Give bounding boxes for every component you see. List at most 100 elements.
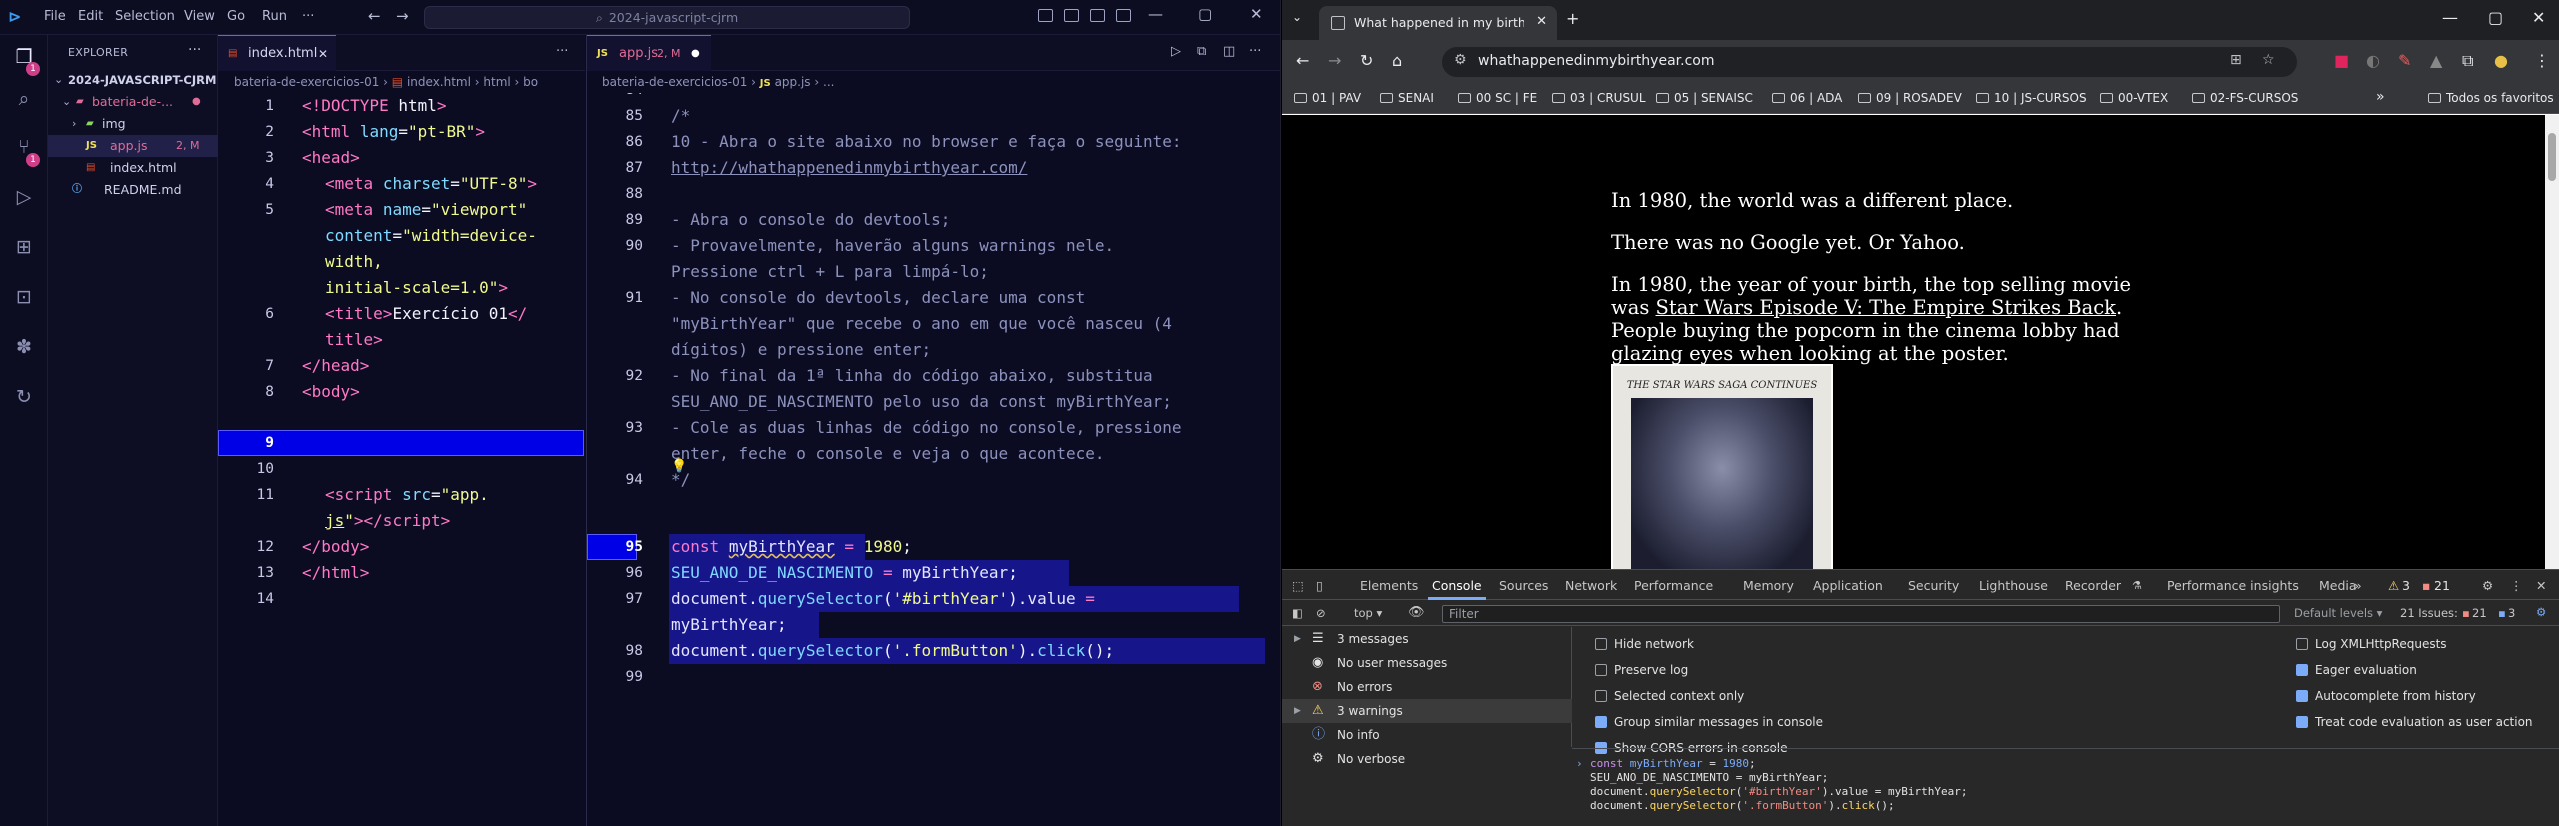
- console-prompt-area[interactable]: › const myBirthYear = 1980; SEU_ANO_DE_N…: [1572, 748, 2559, 826]
- bookmark-folder[interactable]: 00 SC | FE: [1458, 91, 1537, 105]
- more-tabs-icon[interactable]: »: [2354, 578, 2362, 593]
- tree-item-index-html[interactable]: ▤ index.html: [48, 157, 218, 179]
- home-icon[interactable]: ⌂: [1392, 51, 1402, 70]
- checkbox-selected-context[interactable]: Selected context only: [1595, 689, 1744, 703]
- extension-icon[interactable]: ◐: [2366, 51, 2380, 70]
- maximize-icon[interactable]: ▢: [1198, 5, 1212, 23]
- scrollbar-thumb[interactable]: [2548, 133, 2556, 181]
- page-scrollbar[interactable]: [2545, 115, 2559, 569]
- bookmark-folder[interactable]: 09 | ROSADEV: [1858, 91, 1962, 105]
- site-info-icon[interactable]: ⚙: [1454, 52, 1467, 68]
- bookmark-folder[interactable]: 02-FS-CURSOS: [2192, 91, 2298, 105]
- tree-item-app-js[interactable]: JS app.js 2, M: [48, 135, 218, 157]
- unsaved-dot-icon[interactable]: ●: [691, 36, 700, 72]
- close-icon[interactable]: ✕: [2532, 8, 2545, 27]
- checkbox-group-similar[interactable]: Group similar messages in console: [1595, 715, 1823, 729]
- remote-explorer-icon[interactable]: ⊡: [12, 285, 36, 309]
- all-bookmarks-folder[interactable]: Todos os favoritos: [2428, 91, 2554, 105]
- maximize-icon[interactable]: ▢: [2488, 8, 2503, 27]
- bookmark-folder[interactable]: 06 | ADA: [1772, 91, 1842, 105]
- bookmark-folder[interactable]: 05 | SENAISC: [1656, 91, 1753, 105]
- translate-icon[interactable]: ⊞: [2230, 52, 2242, 68]
- breadcrumb-item[interactable]: app.js: [775, 75, 811, 89]
- sidebar-info[interactable]: ⓘ No info: [1282, 723, 1572, 747]
- run-icon[interactable]: ▷: [1171, 44, 1181, 59]
- reload-icon[interactable]: ↻: [1360, 51, 1373, 70]
- bookmark-star-icon[interactable]: ☆: [2262, 52, 2275, 68]
- tab-application[interactable]: Application: [1813, 578, 1883, 593]
- tree-item-folder-bateria[interactable]: ⌄ ▰ bateria-de-... ●: [48, 91, 218, 113]
- minimize-icon[interactable]: —: [1148, 5, 1163, 23]
- checkbox-log-xhr[interactable]: Log XMLHttpRequests: [2296, 637, 2447, 651]
- chrome-menu-icon[interactable]: ⋮: [2534, 51, 2550, 70]
- live-share-icon[interactable]: ↻: [12, 385, 36, 409]
- tab-index-html[interactable]: ▤ index.html ✕: [218, 35, 336, 71]
- warning-icon[interactable]: ⚠: [2388, 578, 2399, 593]
- sidebar-messages[interactable]: ▶ ☰ 3 messages: [1282, 627, 1572, 651]
- menu-file[interactable]: File: [44, 9, 66, 24]
- breadcrumb-item[interactable]: index.html: [407, 75, 471, 89]
- split-editor-icon[interactable]: ◫: [1223, 44, 1235, 59]
- tab-close-icon[interactable]: ✕: [318, 36, 328, 72]
- search-icon[interactable]: ⌕: [12, 87, 36, 111]
- tab-performance-insights[interactable]: Performance insights: [2167, 578, 2299, 593]
- forward-icon[interactable]: →: [1328, 51, 1341, 70]
- command-center-search[interactable]: ⌕ 2024-javascript-cjrm: [424, 6, 910, 29]
- toggle-sidebar-icon[interactable]: [1038, 9, 1053, 22]
- movie-link[interactable]: Star Wars Episode V: The Empire Strikes …: [1656, 296, 2116, 319]
- console-filter-input[interactable]: Filter: [1442, 605, 2280, 623]
- console-settings-icon[interactable]: ⚙: [2536, 605, 2546, 619]
- log-levels-dropdown[interactable]: Default levels ▾: [2294, 606, 2382, 620]
- customize-layout-icon[interactable]: [1116, 9, 1131, 22]
- clear-console-icon[interactable]: ⊘: [1316, 606, 1326, 620]
- breadcrumb-item[interactable]: html: [483, 75, 510, 89]
- settings-gear-icon[interactable]: ⚙: [2482, 578, 2493, 593]
- tree-root-folder[interactable]: ⌄ 2024-JAVASCRIPT-CJRM: [48, 69, 218, 91]
- menu-edit[interactable]: Edit: [78, 9, 103, 24]
- address-bar[interactable]: ⚙ whathappenedinmybirthyear.com ⊞ ☆: [1442, 47, 2297, 77]
- extensions-icon[interactable]: ⊞: [12, 235, 36, 259]
- extension-icon[interactable]: ■: [2334, 51, 2349, 70]
- minimize-icon[interactable]: —: [2442, 8, 2458, 27]
- checkbox-eager-eval[interactable]: Eager evaluation: [2296, 663, 2417, 677]
- back-icon[interactable]: ←: [1296, 51, 1309, 70]
- tree-item-folder-img[interactable]: › ▰ img: [48, 113, 218, 135]
- menu-view[interactable]: View: [184, 9, 215, 24]
- tab-network[interactable]: Network: [1565, 578, 1617, 593]
- new-tab-icon[interactable]: +: [1566, 9, 1579, 28]
- breadcrumb-item[interactable]: bateria-de-exercicios-01: [602, 75, 747, 89]
- inspect-element-icon[interactable]: ⬚: [1292, 578, 1304, 593]
- menu-selection[interactable]: Selection: [115, 9, 175, 24]
- tab-console[interactable]: Console: [1432, 578, 1482, 593]
- tab-sources[interactable]: Sources: [1499, 578, 1548, 593]
- live-expression-eye-icon[interactable]: 👁: [1408, 605, 1425, 620]
- sidebar-warnings[interactable]: ▶ ⚠ 3 warnings: [1282, 699, 1572, 723]
- tab-media[interactable]: Media: [2319, 578, 2357, 593]
- code-area[interactable]: 84 85 /* 86 10 - Abra o site abaixo no b…: [587, 93, 1280, 826]
- devtools-close-icon[interactable]: ✕: [2536, 578, 2546, 593]
- close-icon[interactable]: ✕: [1250, 5, 1263, 23]
- explorer-more-icon[interactable]: ···: [188, 42, 201, 58]
- tab-memory[interactable]: Memory: [1743, 578, 1794, 593]
- browser-tab[interactable]: What happened in my birth year ✕: [1319, 6, 1557, 40]
- compare-icon[interactable]: ⧉: [1197, 44, 1206, 59]
- breadcrumb-item[interactable]: ...: [823, 75, 834, 89]
- menu-more[interactable]: ···: [302, 9, 314, 24]
- extension-icon[interactable]: ✎: [2398, 51, 2411, 70]
- sidebar-user-messages[interactable]: ◉ No user messages: [1282, 651, 1572, 675]
- tab-recorder[interactable]: Recorder: [2065, 578, 2121, 593]
- tab-search-icon[interactable]: ⌄: [1292, 10, 1302, 24]
- extension-icon[interactable]: ▲: [2430, 51, 2442, 70]
- tree-item-readme[interactable]: ⓘ README.md: [48, 179, 218, 201]
- bookmark-folder[interactable]: 10 | JS-CURSOS: [1976, 91, 2087, 105]
- comment-link[interactable]: http://whathappenedinmybirthyear.com/: [671, 155, 1027, 181]
- lightbulb-icon[interactable]: 💡: [671, 459, 687, 474]
- more-bookmarks-icon[interactable]: »: [2376, 89, 2385, 105]
- breadcrumb-item[interactable]: bo: [523, 75, 538, 89]
- paw-icon[interactable]: ✽: [12, 335, 36, 359]
- code-area[interactable]: 1 <!DOCTYPE html> 2 <html lang="pt-BR"> …: [218, 93, 585, 826]
- checkbox-preserve-log[interactable]: Preserve log: [1595, 663, 1688, 677]
- editor-more-icon[interactable]: ···: [556, 44, 568, 59]
- context-selector[interactable]: top ▾: [1354, 606, 1382, 620]
- run-debug-icon[interactable]: ▷: [12, 185, 36, 209]
